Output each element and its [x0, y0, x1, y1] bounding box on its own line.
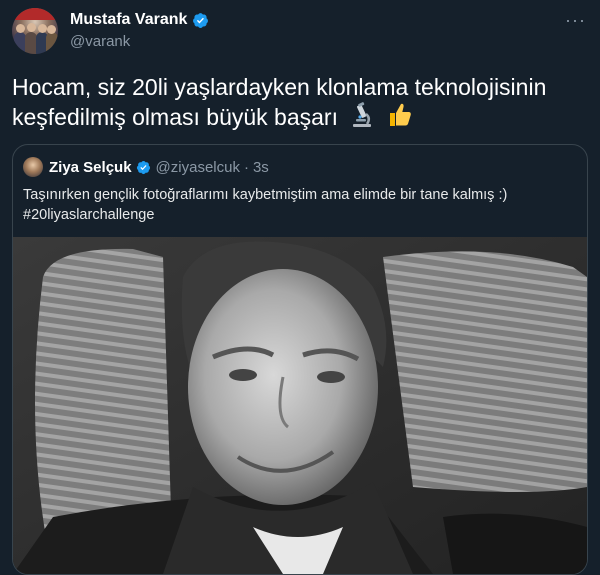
separator-dot: · [243, 158, 249, 176]
name-row: Mustafa Varank [70, 11, 209, 29]
more-icon[interactable]: ··· [565, 10, 586, 31]
quoted-text-body: Taşınırken gençlik fotoğraflarımı kaybet… [23, 187, 508, 203]
avatar[interactable] [12, 8, 58, 54]
verified-badge-icon [193, 12, 209, 28]
quoted-avatar[interactable] [23, 157, 43, 177]
verified-badge-icon [136, 160, 150, 174]
display-name[interactable]: Mustafa Varank [70, 11, 187, 29]
quoted-photo[interactable] [13, 237, 587, 574]
tweet-header: Mustafa Varank @varank ··· [12, 8, 588, 60]
tweet-text: Hocam, siz 20li yaşlardayken klonlama te… [12, 72, 582, 132]
quoted-display-name[interactable]: Ziya Selçuk [49, 159, 132, 176]
portrait-photo [13, 237, 587, 574]
quoted-tweet-card[interactable]: Ziya Selçuk @ziyaselcuk · 3s Taşınırken … [12, 144, 588, 575]
quoted-handle[interactable]: @ziyaselcuk [156, 159, 240, 176]
quoted-tweet-text: Taşınırken gençlik fotoğraflarımı kaybet… [23, 185, 573, 225]
quoted-timestamp[interactable]: 3s [253, 159, 269, 176]
quoted-tweet-header: Ziya Selçuk @ziyaselcuk · 3s [23, 157, 269, 177]
flag-shape [12, 8, 58, 20]
user-handle[interactable]: @varank [70, 33, 130, 50]
hashtag-link[interactable]: #20liyaslarchallenge [23, 205, 573, 225]
microscope-icon [353, 102, 372, 127]
thumbs-up-icon [389, 103, 411, 126]
tweet-text-body: Hocam, siz 20li yaşlardayken klonlama te… [12, 74, 547, 130]
